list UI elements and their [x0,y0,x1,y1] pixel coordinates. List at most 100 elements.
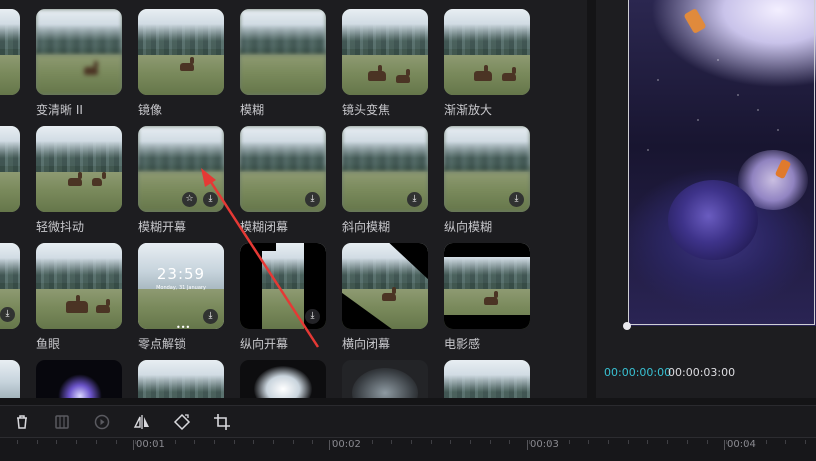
effect-label: 镜像 [138,103,163,117]
tick-label: 00:04 [727,439,756,450]
effect-tile-cinematic[interactable]: 电影感 [444,243,530,351]
effect-thumbnail [36,243,122,329]
effect-thumbnail [342,360,428,398]
ruler-minor-tick [805,440,806,444]
current-time: 00:00:00:00 [604,366,672,379]
download-icon[interactable]: ⤓ [305,192,320,207]
effect-tile-vertical-open[interactable]: ⤓ 纵向开幕 [240,243,326,351]
effect-thumbnail [36,126,122,212]
effect-thumbnail [342,243,428,329]
effect-tile-slight-shake[interactable]: 轻微抖动 [36,126,122,234]
effect-label: 电影感 [444,337,481,351]
effect-thumbnail [444,9,530,95]
ruler-minor-tick [116,440,117,444]
edit-toolbar [0,405,816,438]
ruler-minor-tick [96,440,97,444]
effect-tile-partial[interactable] [0,9,20,95]
effect-tile-row4-3[interactable] [240,360,326,398]
effect-label: 轻微抖动 [36,220,85,234]
ruler-minor-tick [470,440,471,444]
effect-tile-row4-2[interactable] [138,360,224,398]
effect-thumbnail [36,360,122,398]
ruler-minor-tick [155,440,156,444]
ruler-minor-tick [56,440,57,444]
ruler-minor-tick [687,440,688,444]
effect-label: 纵向模糊 [444,220,493,234]
download-icon[interactable]: ⤓ [203,309,218,324]
effect-tile-partial[interactable] [0,126,20,212]
tick-label: 00:01 [136,439,165,450]
ruler-minor-tick [411,440,412,444]
effect-tile-lens-zoom[interactable]: 镜头变焦 [342,9,428,117]
effect-thumbnail [138,360,224,398]
effect-tile-row4-1[interactable] [36,360,122,398]
trash-icon[interactable] [13,413,31,431]
download-icon[interactable]: ⤓ [203,192,218,207]
ruler-minor-tick [549,440,550,444]
ruler-minor-tick [332,440,333,444]
download-icon[interactable]: ⤓ [509,192,524,207]
ruler-minor-tick [450,440,451,444]
download-icon[interactable]: ⤓ [305,309,320,324]
tick-label: 00:03 [530,439,559,450]
effect-tile-row4-5[interactable] [444,360,530,398]
ruler-minor-tick [569,440,570,444]
freeze-frame-icon[interactable] [53,413,71,431]
ruler-minor-tick [293,440,294,444]
lock-screen-time: 23:59 [156,265,206,283]
effect-tile-zoom-in[interactable]: 渐渐放大 [444,9,530,117]
effect-thumbnail [342,9,428,95]
ruler-minor-tick [490,440,491,444]
ruler-minor-tick [234,440,235,444]
effect-thumbnail [0,9,20,95]
effect-tile-mirror[interactable]: 镜像 [138,9,224,117]
effect-tile-partial[interactable]: ⤓ [0,243,20,329]
ruler-minor-tick [628,440,629,444]
effect-tile-blur-open[interactable]: ☆ ⤓ 模糊开幕 [138,126,224,234]
resize-handle[interactable] [623,322,631,330]
star-icon[interactable]: ☆ [182,192,197,207]
ruler-minor-tick [766,440,767,444]
effect-tile-horizontal-close[interactable]: 横向闭幕 [342,243,428,351]
ruler-minor-tick [588,440,589,444]
rotate-icon[interactable] [173,413,191,431]
effect-thumbnail [444,360,530,398]
ruler-minor-tick [175,440,176,444]
effect-tile-diagonal-blur[interactable]: ⤓ 斜向模糊 [342,126,428,234]
effect-tile-sharpen-2[interactable]: 变清晰 II [36,9,122,117]
effect-tile-midnight-unlock[interactable]: 23:59 Monday, 31 January ••• ⤓ 零点解锁 [138,243,224,351]
ruler-minor-tick [17,440,18,444]
timeline-ruler[interactable]: 00:01 00:02 00:03 00:04 [0,437,816,461]
ruler-minor-tick [76,440,77,444]
ruler-minor-tick [352,440,353,444]
ruler-minor-tick [608,440,609,444]
effect-thumbnail [36,9,122,95]
effect-label: 鱼眼 [36,337,61,351]
ruler-minor-tick [746,440,747,444]
ruler-minor-tick [707,440,708,444]
mirror-icon[interactable] [133,413,151,431]
download-icon[interactable]: ⤓ [407,192,422,207]
ruler-minor-tick [194,440,195,444]
play-circle-icon[interactable] [93,413,111,431]
effect-label: 零点解锁 [138,337,187,351]
crop-icon[interactable] [213,413,231,431]
effect-tile-blur[interactable]: 模糊 [240,9,326,117]
ruler-minor-tick [431,440,432,444]
ruler-minor-tick [726,440,727,444]
effect-thumbnail [138,9,224,95]
ruler-minor-tick [135,440,136,444]
effect-label: 模糊开幕 [138,220,187,234]
ruler-minor-tick [509,440,510,444]
effect-tile-partial[interactable] [0,360,20,398]
total-duration: 00:00:03:00 [668,366,736,379]
effect-tile-blur-close[interactable]: ⤓ 模糊闭幕 [240,126,326,234]
effect-tile-row4-4[interactable] [342,360,428,398]
effect-tile-vertical-blur[interactable]: ⤓ 纵向模糊 [444,126,530,234]
effect-label: 渐渐放大 [444,103,493,117]
ruler-minor-tick [647,440,648,444]
effect-tile-fisheye[interactable]: 鱼眼 [36,243,122,351]
download-icon[interactable]: ⤓ [0,307,15,322]
ruler-minor-tick [37,440,38,444]
effect-thumbnail [0,360,20,398]
